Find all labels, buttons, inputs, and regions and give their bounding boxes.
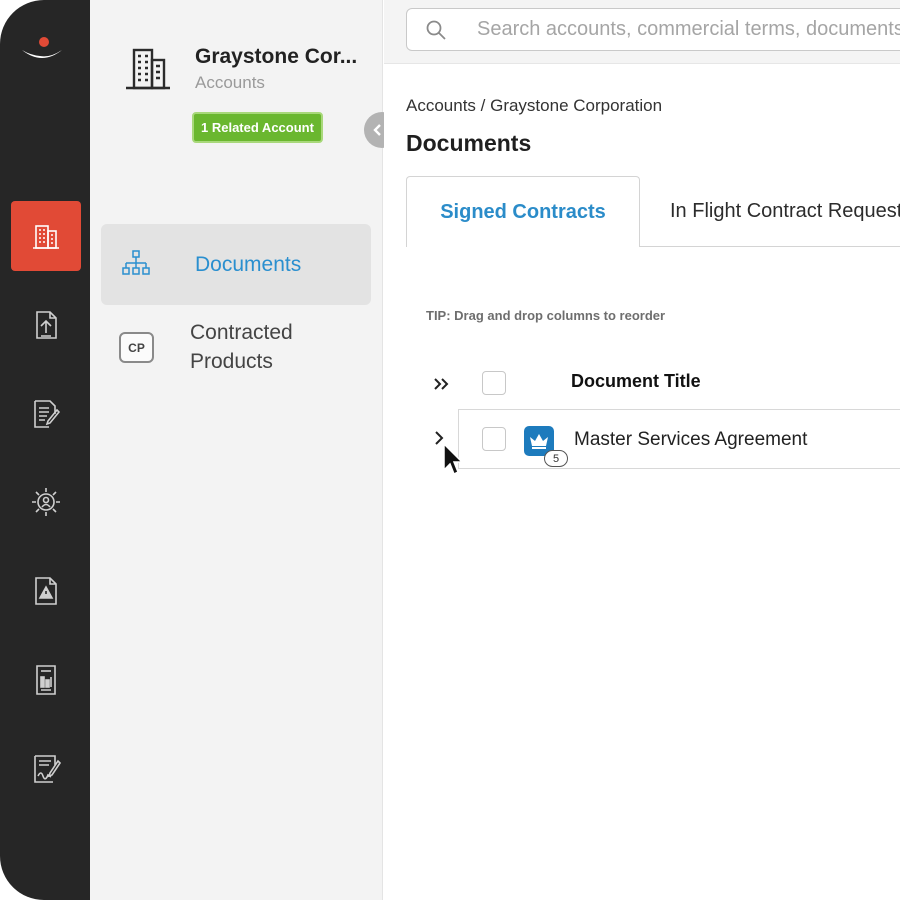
rail-sign-button[interactable] xyxy=(11,734,81,804)
search-input[interactable] xyxy=(477,9,900,50)
rail-accounts-button[interactable] xyxy=(11,201,81,271)
contracted-products-icon: CP xyxy=(119,332,154,363)
account-name: Graystone Cor... xyxy=(195,45,358,68)
page-title: Documents xyxy=(406,130,532,156)
search-box[interactable] xyxy=(406,8,900,51)
signature-document-icon xyxy=(34,755,62,783)
chevron-left-icon xyxy=(373,124,381,136)
related-account-badge[interactable]: 1 Related Account xyxy=(192,112,323,143)
tab-signed-contracts[interactable]: Signed Contracts xyxy=(406,176,640,247)
app-rail xyxy=(0,0,90,900)
rail-settings-button[interactable] xyxy=(11,467,81,537)
sidebar-item-label: Contracted Products xyxy=(190,321,293,373)
sidebar-item-label: Documents xyxy=(195,253,302,276)
expand-all-icon[interactable] xyxy=(432,374,452,394)
gear-person-icon xyxy=(32,488,60,516)
mouse-cursor-icon xyxy=(443,442,464,476)
account-type: Accounts xyxy=(195,73,265,92)
row-checkbox[interactable] xyxy=(482,427,506,451)
account-sidebar: Graystone Cor... Accounts 1 Related Acco… xyxy=(90,0,400,900)
rail-upload-button[interactable] xyxy=(11,290,81,360)
version-count-badge: 5 xyxy=(544,450,568,467)
tip-text: TIP: Drag and drop columns to reorder xyxy=(426,308,666,323)
rail-reports-button[interactable] xyxy=(11,645,81,715)
warning-document-icon xyxy=(35,577,57,605)
building-icon xyxy=(126,48,170,90)
rail-alerts-button[interactable] xyxy=(11,556,81,626)
org-chart-icon xyxy=(122,250,150,275)
sidebar-item-contracted-products[interactable]: CP Contracted Products xyxy=(101,312,371,384)
app-logo-icon[interactable] xyxy=(20,34,64,64)
edit-document-icon xyxy=(34,400,61,428)
top-bar xyxy=(384,0,900,64)
tab-in-flight-contract-requests[interactable]: In Flight Contract Requests xyxy=(670,176,900,247)
column-header-document-title[interactable]: Document Title xyxy=(571,371,701,392)
main-content: Accounts / Graystone Corporation Documen… xyxy=(384,0,900,900)
select-all-checkbox[interactable] xyxy=(482,371,506,395)
breadcrumb[interactable]: Accounts / Graystone Corporation xyxy=(406,96,662,116)
building-icon xyxy=(33,225,59,249)
report-document-icon xyxy=(36,665,56,695)
rail-edit-button[interactable] xyxy=(11,379,81,449)
sidebar-item-documents[interactable]: Documents xyxy=(101,224,371,305)
document-title-link[interactable]: Master Services Agreement xyxy=(574,429,807,451)
upload-document-icon xyxy=(36,311,57,339)
search-icon xyxy=(426,20,446,40)
